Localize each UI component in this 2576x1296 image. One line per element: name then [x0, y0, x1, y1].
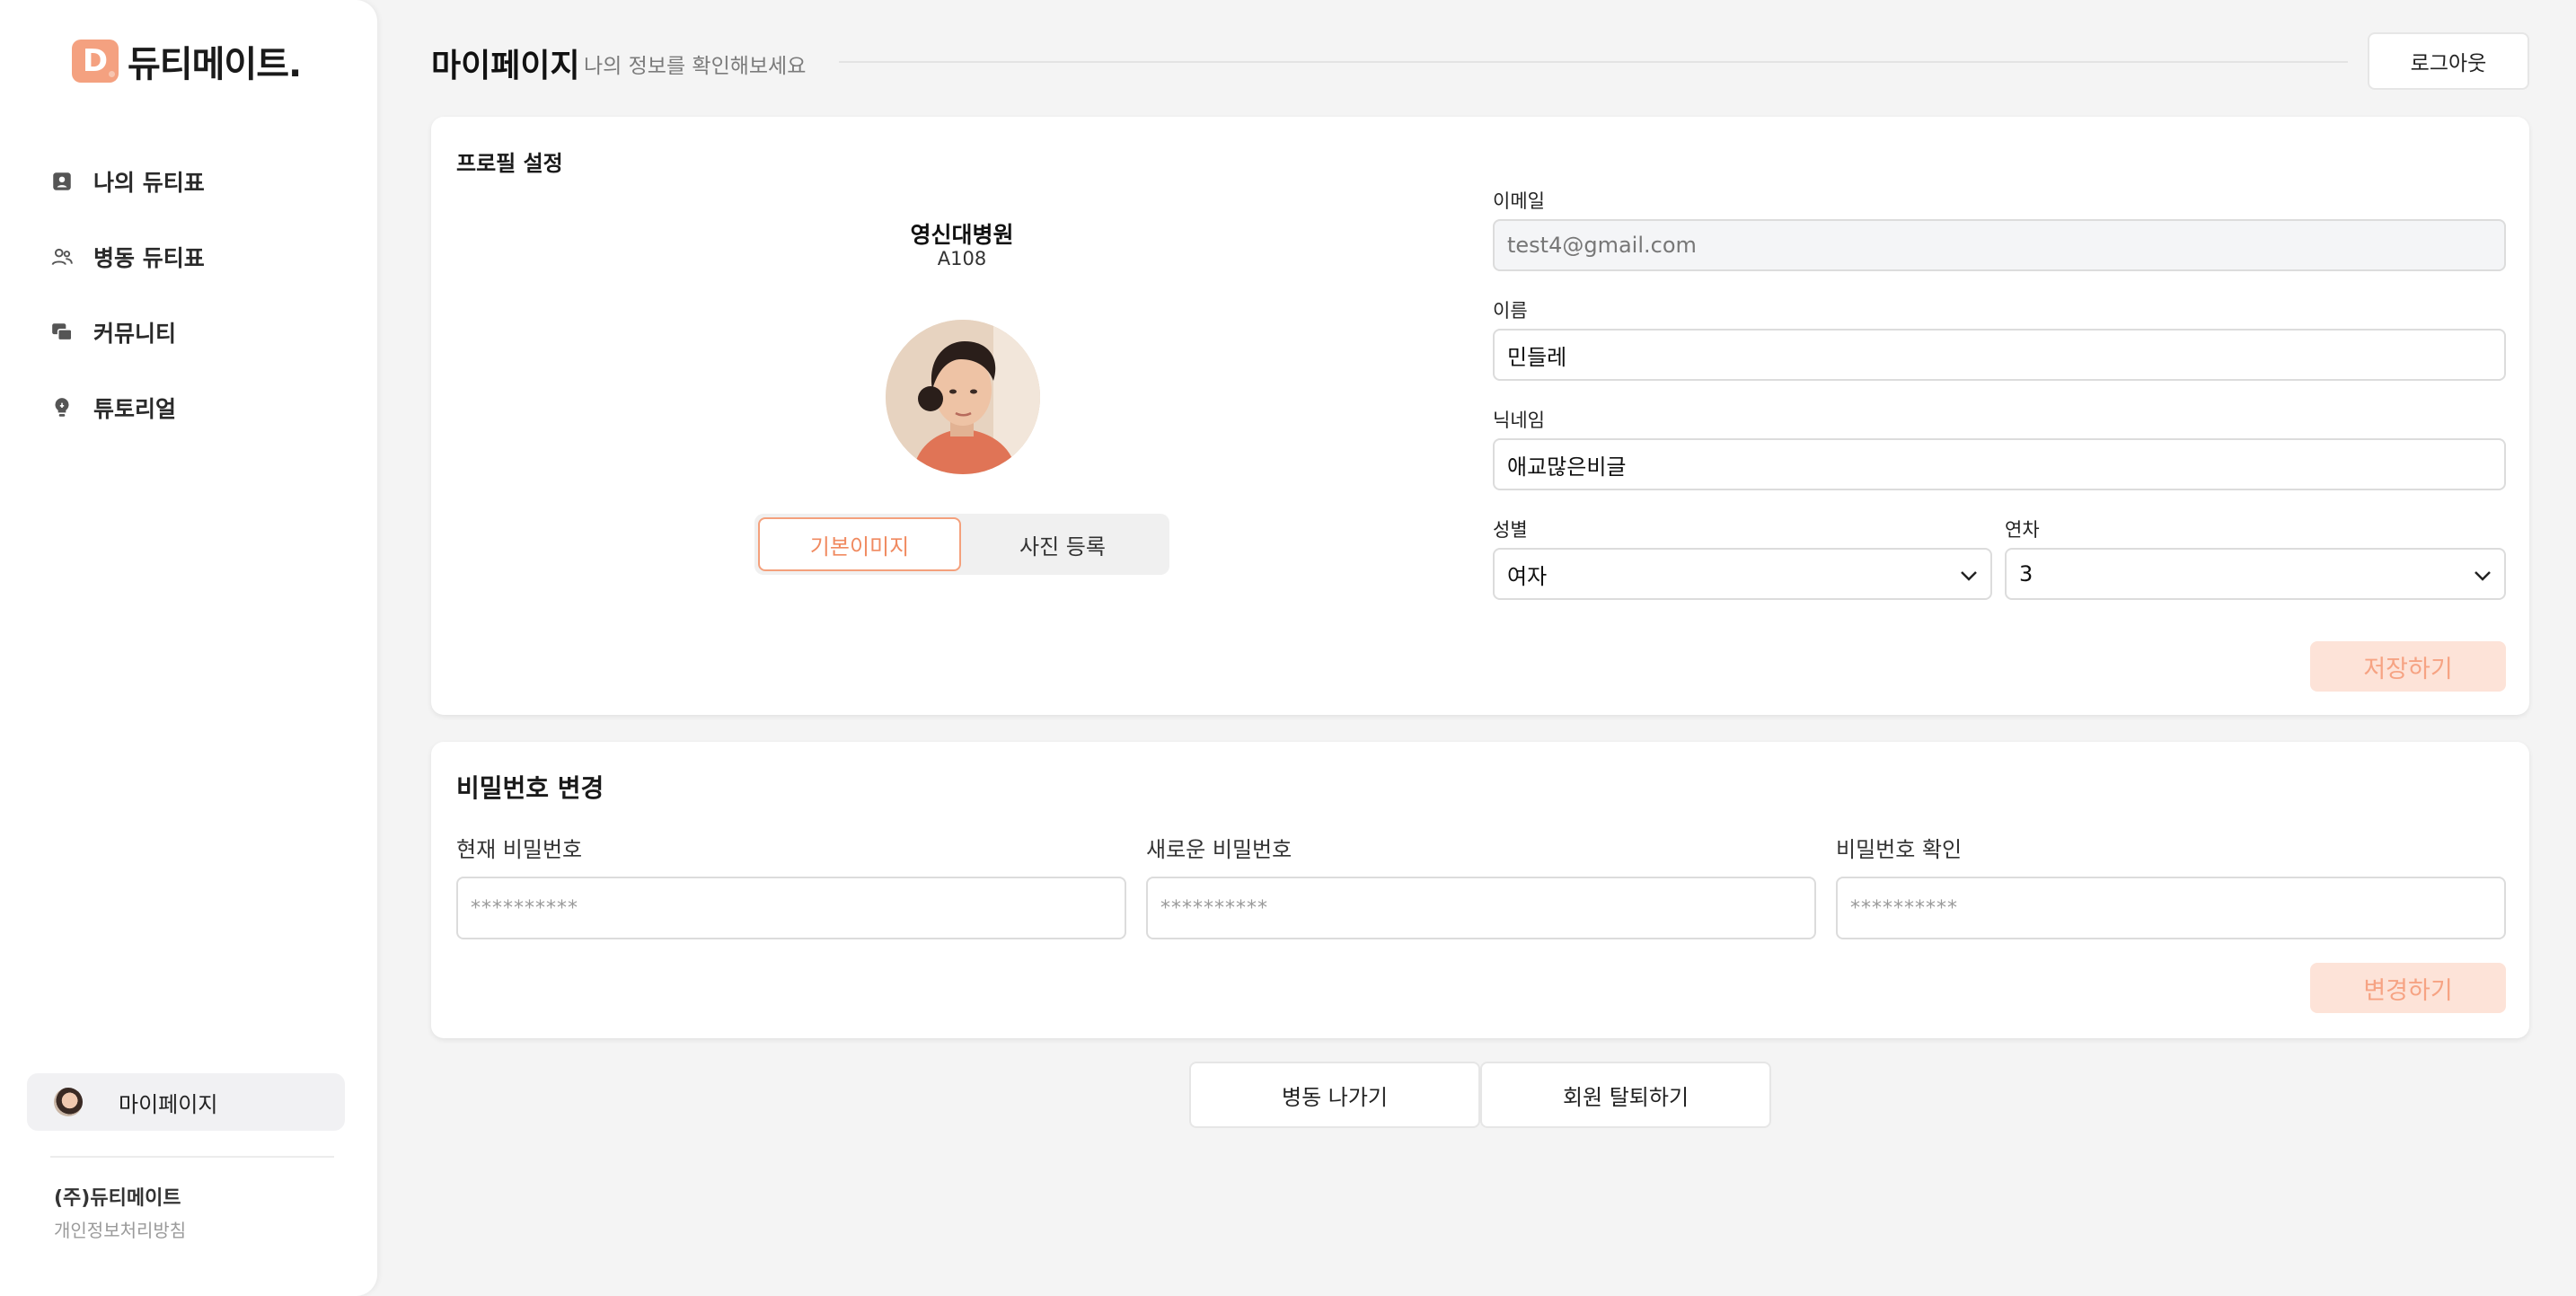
users-icon: [51, 248, 73, 266]
brand-name: 듀티메이트.: [128, 44, 302, 85]
sidebar-item-label: 병동 듀티표: [93, 245, 205, 271]
logout-button[interactable]: 로그아웃: [2368, 32, 2529, 90]
new-password-input[interactable]: **********: [1146, 877, 1816, 939]
name-label: 이름: [1493, 300, 1528, 322]
logo-mark-icon: D: [72, 40, 119, 83]
current-password-input[interactable]: **********: [456, 877, 1126, 939]
brand-logo[interactable]: D 듀티메이트.: [72, 36, 302, 86]
sidebar-item-mypage[interactable]: 마이페이지: [27, 1073, 345, 1131]
profile-section-title: 프로필 설정: [456, 151, 563, 176]
confirm-password-input[interactable]: **********: [1836, 877, 2506, 939]
avatar: [54, 1088, 83, 1116]
year-value: 3: [2019, 561, 2033, 586]
save-button[interactable]: 저장하기: [2310, 641, 2506, 692]
chevron-down-icon: [2475, 571, 2491, 581]
password-change-card: 비밀번호 변경 현재 비밀번호 ********** 새로운 비밀번호 ****…: [431, 742, 2529, 1038]
header-divider: [839, 61, 2348, 63]
profile-photo: [886, 320, 1040, 474]
email-field: test4@gmail.com: [1493, 219, 2506, 271]
sidebar-nav: 나의 듀티표 병동 듀티표 커뮤니티 튜토리얼: [50, 144, 338, 445]
company-name: (주)듀티메이트: [54, 1187, 181, 1210]
gender-label: 성별: [1493, 519, 1528, 541]
year-label: 연차: [2005, 519, 2040, 541]
sidebar-item-label: 커뮤니티: [93, 321, 177, 347]
sidebar-item-ward-duty[interactable]: 병동 듀티표: [50, 219, 338, 295]
profile-settings-card: 프로필 설정 영신대병원 A108 기본이미지 사진 등록 이메일 test4@…: [431, 117, 2529, 715]
default-image-button[interactable]: 기본이미지: [758, 517, 961, 571]
page-subtitle: 나의 정보를 확인해보세요: [584, 55, 807, 78]
sidebar-divider: [50, 1156, 334, 1158]
hospital-name: 영신대병원: [910, 222, 1014, 248]
mypage-label: 마이페이지: [119, 1091, 218, 1117]
ward-code: A108: [937, 248, 987, 269]
photo-toggle: 기본이미지 사진 등록: [754, 514, 1169, 575]
gender-select[interactable]: 여자: [1493, 548, 1992, 600]
chevron-down-icon: [1961, 571, 1977, 581]
upload-photo-button[interactable]: 사진 등록: [961, 517, 1164, 571]
sidebar-item-community[interactable]: 커뮤니티: [50, 295, 338, 370]
password-section-title: 비밀번호 변경: [456, 773, 604, 803]
name-field[interactable]: 민들레: [1493, 329, 2506, 381]
nickname-label: 닉네임: [1493, 410, 1545, 431]
confirm-password-label: 비밀번호 확인: [1836, 837, 1963, 862]
profile-photo-image: [886, 320, 1040, 474]
sidebar-item-tutorial[interactable]: 튜토리얼: [50, 370, 338, 445]
page-title: 마이페이지: [431, 48, 580, 84]
sidebar-item-label: 나의 듀티표: [93, 170, 205, 196]
lightbulb-icon: [55, 398, 69, 417]
year-select[interactable]: 3: [2005, 548, 2506, 600]
person-card-icon: [53, 172, 71, 190]
change-password-button[interactable]: 변경하기: [2310, 963, 2506, 1013]
sidebar-item-label: 튜토리얼: [93, 396, 177, 422]
privacy-policy-link[interactable]: 개인정보처리방침: [54, 1216, 186, 1242]
current-password-label: 현재 비밀번호: [456, 837, 583, 862]
sidebar-item-my-duty[interactable]: 나의 듀티표: [50, 144, 338, 219]
sidebar: D 듀티메이트. 나의 듀티표 병동 듀티표 커뮤니티 튜토리얼 마이페이지 (…: [0, 0, 377, 1296]
new-password-label: 새로운 비밀번호: [1146, 837, 1292, 862]
chat-icon: [52, 323, 73, 341]
withdraw-button[interactable]: 회원 탈퇴하기: [1480, 1062, 1771, 1128]
nickname-field[interactable]: 애교많은비글: [1493, 438, 2506, 490]
email-label: 이메일: [1493, 190, 1545, 212]
gender-value: 여자: [1507, 563, 1548, 589]
leave-ward-button[interactable]: 병동 나가기: [1189, 1062, 1480, 1128]
